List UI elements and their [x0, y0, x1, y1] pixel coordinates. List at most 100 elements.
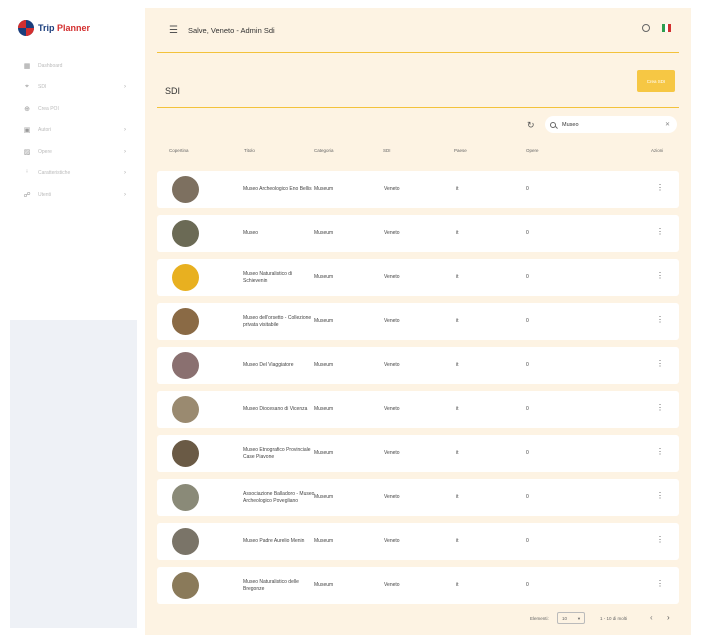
image-icon: ▨: [23, 148, 31, 156]
more-actions-icon[interactable]: ⋮: [656, 315, 664, 324]
page-size-value: 10: [562, 615, 568, 621]
row-sdi: Veneto: [384, 582, 400, 589]
row-sdi: Veneto: [384, 186, 400, 193]
row-works: 0: [526, 538, 529, 545]
row-sdi: Veneto: [384, 274, 400, 281]
more-actions-icon[interactable]: ⋮: [656, 403, 664, 412]
row-category: Museum: [314, 274, 334, 281]
account-icon[interactable]: [642, 24, 650, 32]
table-row[interactable]: Museo dell'orsetto - Collezione privata …: [157, 303, 679, 340]
cover-thumbnail: [172, 220, 199, 247]
table-row[interactable]: Museo Del Viaggiatore Museum Veneto it 0 ⋮: [157, 347, 679, 384]
row-sdi: Veneto: [384, 406, 400, 413]
row-country: it: [456, 582, 459, 589]
sidebar-item-opere[interactable]: ▨ Opere ›: [22, 141, 126, 163]
sidebar-item-utenti[interactable]: ☍ Utenti ›: [22, 184, 126, 206]
row-works: 0: [526, 274, 529, 281]
table-row[interactable]: Museo Etnografico Provinciale Case Piavo…: [157, 435, 679, 472]
sidebar-item-dashboard[interactable]: ▦ Dashboard: [22, 55, 126, 77]
table-body: Museo Archeologico Eno Bellis Museum Venet…: [157, 171, 679, 611]
row-title: Museo Padre Aurelio Menin: [243, 538, 305, 545]
row-sdi: Veneto: [384, 362, 400, 369]
more-actions-icon[interactable]: ⋮: [656, 447, 664, 456]
row-category: Museum: [314, 450, 334, 457]
column-header: Copertina: [169, 148, 189, 153]
search-input[interactable]: [562, 121, 657, 128]
table-row[interactable]: Museo Archeologico Eno Bellis Museum Venet…: [157, 171, 679, 208]
refresh-icon[interactable]: ↻: [527, 120, 535, 131]
row-works: 0: [526, 318, 529, 325]
row-title: Museo Archeologico Eno Bellis: [243, 186, 312, 193]
add-circle-icon: ⊕: [24, 105, 30, 113]
sidebar-item-label: Opere: [38, 148, 52, 155]
chevron-right-icon: ›: [124, 191, 126, 198]
more-actions-icon[interactable]: ⋮: [656, 271, 664, 280]
row-country: it: [456, 494, 459, 501]
info-icon: ⁱ: [26, 170, 28, 178]
row-title: Museo Naturalistico delle Bregonze: [243, 578, 299, 592]
more-actions-icon[interactable]: ⋮: [656, 491, 664, 500]
logo-icon: [18, 20, 34, 36]
cover-thumbnail: [172, 440, 199, 467]
clear-icon[interactable]: ✕: [665, 121, 670, 128]
sidebar-footer-area: [10, 320, 137, 628]
more-actions-icon[interactable]: ⋮: [656, 359, 664, 368]
table-row[interactable]: Museo Naturalistico delle Bregonze Museum…: [157, 567, 679, 604]
sidebar-item-label: Dashboard: [38, 62, 63, 69]
row-country: it: [456, 230, 459, 237]
menu-icon[interactable]: ☰: [169, 25, 178, 36]
row-sdi: Veneto: [384, 494, 400, 501]
sidebar-item-label: Caratteristiche: [38, 170, 71, 177]
caret-down-icon: ▼: [577, 615, 581, 621]
table-row[interactable]: Museo Museum Veneto it 0 ⋮: [157, 215, 679, 252]
row-title: Museo Etnografico Provinciale Case Piavo…: [243, 446, 311, 460]
row-title: Associazione Balladoro - Museo Archeolog…: [243, 490, 315, 504]
row-country: it: [456, 450, 459, 457]
sidebar-item-autori[interactable]: ▣ Autori ›: [22, 120, 126, 142]
row-title: Museo: [243, 230, 259, 237]
column-header: Categoria: [314, 148, 334, 153]
create-sdi-button[interactable]: Crea SDI: [637, 70, 675, 92]
sidebar-item-label: SDI: [38, 84, 47, 91]
row-category: Museum: [314, 230, 334, 237]
table-row[interactable]: Museo Naturalistico di Schievenin Museum V…: [157, 259, 679, 296]
more-actions-icon[interactable]: ⋮: [656, 535, 664, 544]
top-bar-actions: [642, 24, 671, 32]
italian-flag-icon[interactable]: [662, 24, 671, 32]
row-category: Museum: [314, 362, 334, 369]
table-row[interactable]: Museo Padre Aurelio Menin Museum Veneto it 0…: [157, 523, 679, 560]
row-sdi: Veneto: [384, 450, 400, 457]
sidebar-nav: ▦ Dashboard ⌖ SDI › ⊕ Crea POI ▣ Autori › ▨ Opere › ⁱ…: [22, 55, 126, 206]
sidebar-item-sdi[interactable]: ⌖ SDI ›: [22, 77, 126, 99]
row-title: Museo Del Viaggiatore: [243, 362, 294, 369]
main-content: ☰ Salve, Veneto - Admin Sdi SDI Crea SDI…: [145, 8, 691, 635]
row-category: Museum: [314, 318, 334, 325]
table-row[interactable]: Associazione Balladoro - Museo Archeolog…: [157, 479, 679, 516]
more-actions-icon[interactable]: ⋮: [656, 183, 664, 192]
page-size-select[interactable]: 10 ▼: [557, 612, 585, 624]
chevron-right-icon: ›: [124, 84, 126, 91]
app-root: Trip Planner ▦ Dashboard ⌖ SDI › ⊕ Crea POI ▣ Au…: [0, 0, 701, 635]
title-divider: [157, 107, 679, 108]
greeting-text: Salve, Veneto - Admin Sdi: [187, 25, 275, 35]
prev-page-icon[interactable]: ‹: [650, 613, 653, 622]
row-country: it: [456, 186, 459, 193]
sidebar-item-caratteristiche[interactable]: ⁱ Caratteristiche ›: [22, 163, 126, 185]
row-country: it: [456, 318, 459, 325]
table-row[interactable]: Museo Diocesano di Vicenza Museum Veneto it…: [157, 391, 679, 428]
row-category: Museum: [314, 406, 334, 413]
top-bar: ☰ Salve, Veneto - Admin Sdi: [145, 8, 691, 52]
app-logo[interactable]: Trip Planner: [18, 20, 90, 36]
row-title: Museo Diocesano di Vicenza: [243, 406, 308, 413]
sidebar-item-crea-poi[interactable]: ⊕ Crea POI: [22, 98, 126, 120]
more-actions-icon[interactable]: ⋮: [656, 579, 664, 588]
row-sdi: Veneto: [384, 318, 400, 325]
next-page-icon[interactable]: ›: [667, 613, 670, 622]
cover-thumbnail: [172, 396, 199, 423]
more-actions-icon[interactable]: ⋮: [656, 227, 664, 236]
location-pin-icon: ⌖: [25, 83, 29, 91]
search-box[interactable]: ✕: [545, 116, 677, 133]
page-title: SDI: [165, 86, 181, 96]
row-title: Museo Naturalistico di Schievenin: [243, 270, 293, 284]
row-category: Museum: [314, 582, 334, 589]
